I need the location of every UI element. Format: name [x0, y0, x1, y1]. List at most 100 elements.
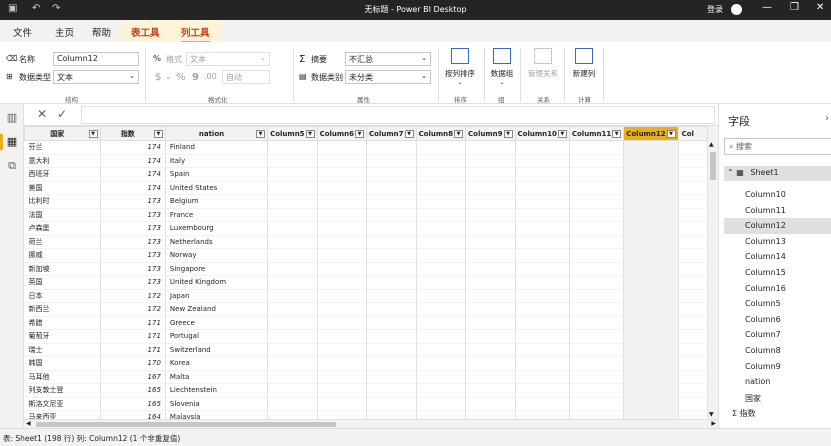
table-cell[interactable]: [267, 221, 318, 236]
scroll-thumb[interactable]: [36, 422, 336, 427]
table-cell[interactable]: [366, 181, 417, 195]
table-cell[interactable]: [569, 221, 625, 236]
table-cell[interactable]: 167: [100, 370, 166, 384]
avatar[interactable]: [731, 4, 742, 15]
table-cell[interactable]: [366, 208, 417, 222]
table-cell[interactable]: [623, 383, 679, 398]
table-cell[interactable]: 165: [100, 383, 166, 398]
table-cell[interactable]: [465, 289, 516, 303]
table-cell[interactable]: [569, 167, 625, 182]
table-cell[interactable]: [366, 235, 417, 249]
table-cell[interactable]: [623, 343, 679, 357]
table-cell[interactable]: [465, 194, 516, 209]
table-cell[interactable]: [515, 397, 570, 411]
scroll-left-icon[interactable]: ◀: [26, 420, 31, 427]
scroll-right-icon[interactable]: ▶: [711, 420, 716, 427]
table-cell[interactable]: United States: [165, 181, 269, 195]
table-cell[interactable]: [678, 194, 708, 209]
table-cell[interactable]: [569, 397, 625, 411]
fields-search[interactable]: ⌕ 搜索: [724, 138, 831, 155]
table-cell[interactable]: [317, 302, 368, 317]
table-cell[interactable]: [416, 316, 467, 330]
table-cell[interactable]: 卢森堡: [24, 221, 101, 236]
table-cell[interactable]: [366, 370, 417, 384]
decimals-input[interactable]: 自动: [222, 70, 270, 84]
sort-by-column-button[interactable]: 按列排序 ⌄: [442, 48, 478, 86]
name-input[interactable]: Column12: [53, 52, 139, 66]
table-cell[interactable]: [267, 383, 318, 398]
table-cell[interactable]: [678, 289, 708, 303]
table-row[interactable]: 日本 172 Japan: [24, 289, 708, 303]
filter-dropdown-icon[interactable]: ▼: [557, 130, 567, 138]
table-cell[interactable]: [416, 262, 467, 276]
table-cell[interactable]: [678, 370, 708, 384]
table-cell[interactable]: 西班牙: [24, 167, 101, 182]
table-cell[interactable]: [569, 140, 625, 155]
table-row[interactable]: 韩国 170 Korea: [24, 356, 708, 371]
table-cell[interactable]: [317, 194, 368, 209]
table-row[interactable]: 列支敦士登 165 Liechtenstein: [24, 383, 708, 398]
table-cell[interactable]: [515, 316, 570, 330]
table-cell[interactable]: [623, 410, 679, 419]
table-cell[interactable]: [465, 410, 516, 419]
table-cell[interactable]: [317, 248, 368, 263]
table-cell[interactable]: [623, 194, 679, 209]
table-cell[interactable]: [416, 302, 467, 317]
filter-dropdown-icon[interactable]: ▼: [503, 130, 513, 138]
table-row[interactable]: 马来西亚 164 Malaysia: [24, 410, 708, 419]
table-cell[interactable]: [366, 248, 417, 263]
data-view-icon[interactable]: ▦: [5, 136, 19, 148]
table-row[interactable]: 葡萄牙 171 Portugal: [24, 329, 708, 344]
table-cell[interactable]: [366, 289, 417, 303]
filter-dropdown-icon[interactable]: ▼: [88, 130, 98, 138]
table-cell[interactable]: [515, 194, 570, 209]
table-cell[interactable]: [623, 275, 679, 290]
filter-dropdown-icon[interactable]: ▼: [355, 130, 365, 138]
filter-dropdown-icon[interactable]: ▼: [454, 130, 464, 138]
filter-dropdown-icon[interactable]: ▼: [305, 130, 315, 138]
decimals-button[interactable]: .00: [204, 72, 217, 81]
table-cell[interactable]: [416, 275, 467, 290]
table-row[interactable]: 芬兰 174 Finland: [24, 140, 708, 155]
table-cell[interactable]: 日本: [24, 289, 101, 303]
table-cell[interactable]: 173: [100, 208, 166, 222]
table-row[interactable]: 比利时 173 Belgium: [24, 194, 708, 209]
table-cell[interactable]: [515, 356, 570, 371]
table-cell[interactable]: 意大利: [24, 154, 101, 168]
table-cell[interactable]: [569, 302, 625, 317]
table-cell[interactable]: [569, 262, 625, 276]
table-cell[interactable]: [366, 194, 417, 209]
table-cell[interactable]: [267, 235, 318, 249]
table-cell[interactable]: [267, 316, 318, 330]
table-cell[interactable]: [569, 275, 625, 290]
table-cell[interactable]: [515, 410, 570, 419]
column-header[interactable]: Column7 ▼: [366, 126, 417, 141]
table-cell[interactable]: [623, 235, 679, 249]
table-cell[interactable]: [569, 208, 625, 222]
table-cell[interactable]: [569, 370, 625, 384]
table-cell[interactable]: [465, 262, 516, 276]
table-cell[interactable]: [465, 235, 516, 249]
table-cell[interactable]: 比利时: [24, 194, 101, 209]
formula-input[interactable]: [81, 106, 715, 124]
table-cell[interactable]: [416, 181, 467, 195]
table-cell[interactable]: [366, 140, 417, 155]
table-cell[interactable]: [416, 370, 467, 384]
table-cell[interactable]: [267, 181, 318, 195]
table-cell[interactable]: [416, 167, 467, 182]
filter-dropdown-icon[interactable]: ▼: [153, 130, 163, 138]
table-cell[interactable]: 171: [100, 329, 166, 344]
table-cell[interactable]: [623, 181, 679, 195]
table-cell[interactable]: [678, 343, 708, 357]
model-view-icon[interactable]: ⧉: [5, 160, 19, 172]
table-cell[interactable]: [678, 397, 708, 411]
field-item[interactable]: Column9: [724, 359, 831, 375]
table-cell[interactable]: [416, 140, 467, 155]
table-cell[interactable]: 173: [100, 235, 166, 249]
table-cell[interactable]: 马耳他: [24, 370, 101, 384]
table-cell[interactable]: 芬兰: [24, 140, 101, 155]
table-cell[interactable]: [569, 383, 625, 398]
table-cell[interactable]: [678, 154, 708, 168]
field-item[interactable]: nation: [724, 374, 831, 390]
filter-dropdown-icon[interactable]: ▼: [404, 130, 414, 138]
